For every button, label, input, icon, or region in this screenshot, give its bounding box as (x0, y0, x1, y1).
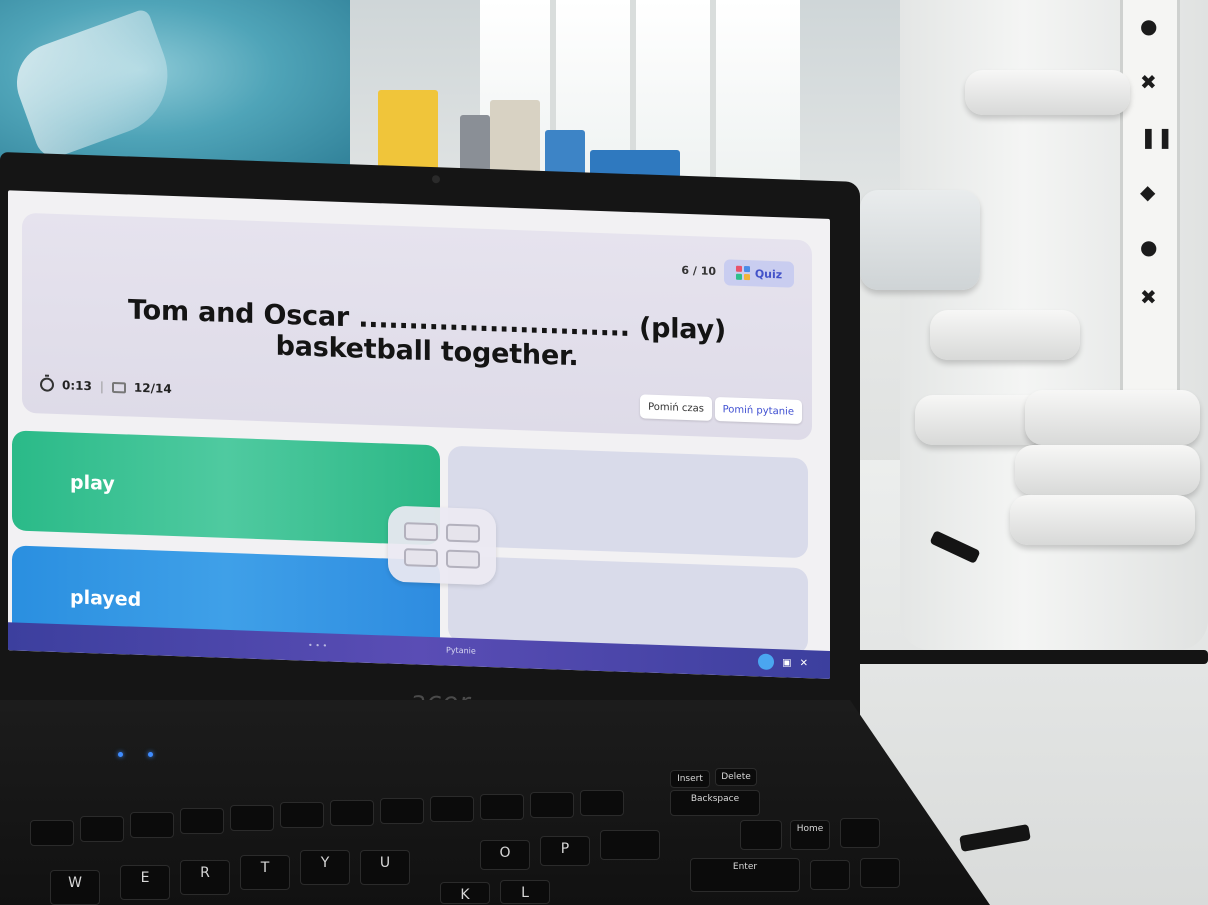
clicker-device-overlay (388, 505, 496, 586)
robot-tray (930, 310, 1080, 360)
keyboard-key[interactable] (430, 796, 474, 822)
app-circle-icon[interactable] (758, 653, 775, 671)
window-frame (710, 0, 716, 190)
key-insert[interactable]: Insert (670, 770, 710, 788)
answer-label: played (70, 586, 142, 611)
cards-count: 12/14 (133, 380, 172, 396)
laptop-screen: 6 / 10 Quiz Tom and Oscar ..............… (8, 190, 830, 679)
key-backspace[interactable]: Backspace (670, 790, 760, 816)
key-k[interactable]: K (440, 882, 490, 904)
shelf-box (545, 130, 585, 175)
timer-icon (40, 377, 54, 392)
circle-mark-icon: ● (1140, 235, 1158, 259)
robot-tray (1010, 495, 1195, 545)
keyboard-key[interactable] (530, 792, 574, 818)
skip-time-button[interactable]: Pomiń czas (640, 394, 712, 421)
keyboard-key[interactable] (230, 805, 274, 831)
keyboard-key[interactable] (480, 794, 524, 820)
answer-slot-empty (448, 445, 808, 559)
skip-question-button[interactable]: Pomiń pytanie (714, 396, 802, 425)
key-e[interactable]: E (120, 865, 170, 900)
shelf-box (490, 100, 540, 175)
robot-tray (965, 70, 1130, 115)
keyboard-key[interactable] (840, 818, 880, 848)
key-w[interactable]: W (50, 870, 100, 905)
keyboard-key[interactable] (80, 816, 124, 842)
keyboard-key[interactable] (130, 812, 174, 838)
key-l[interactable]: L (500, 880, 550, 904)
laptop-lid: 6 / 10 Quiz Tom and Oscar ..............… (0, 152, 860, 743)
device-button-slot (446, 523, 480, 543)
keyboard-key[interactable] (600, 830, 660, 860)
question-text: Tom and Oscar ..........................… (127, 294, 727, 373)
cable (850, 650, 1208, 664)
robot-tray (1025, 390, 1200, 445)
maximize-icon[interactable]: ▣ (782, 657, 791, 668)
stats-divider: | (99, 379, 104, 394)
shelf-box (460, 115, 490, 175)
taskbar-icons: ▣ ✕ (758, 653, 808, 671)
quiz-label: Quiz (754, 266, 783, 281)
taskbar-window-title[interactable]: Pytanie (446, 646, 476, 656)
device-button-slot (404, 548, 438, 568)
key-y[interactable]: Y (300, 850, 350, 885)
key-enter[interactable]: Enter (690, 858, 800, 892)
key-o[interactable]: O (480, 840, 530, 870)
close-icon[interactable]: ✕ (800, 657, 808, 668)
keyboard-deck: Backspace Enter W E R T Y U O P K L Home… (0, 700, 990, 905)
quiz-tag: Quiz (724, 259, 794, 288)
key-u[interactable]: U (360, 850, 410, 885)
keyboard-key[interactable] (180, 808, 224, 834)
keyboard-key[interactable] (280, 802, 324, 828)
question-progress: 6 / 10 (681, 263, 716, 279)
diamond-mark-icon: ◆ (1140, 180, 1156, 204)
yellow-drawers (378, 90, 438, 175)
device-button-slot (446, 549, 480, 569)
answer-option-play[interactable]: play (12, 430, 440, 546)
keyboard-key[interactable] (30, 820, 74, 846)
quiz-stats: 0:13 | 12/14 (40, 377, 172, 396)
key-home[interactable]: Home (790, 820, 830, 850)
keyboard-key[interactable] (810, 860, 850, 890)
question-card: 6 / 10 Quiz Tom and Oscar ..............… (22, 212, 812, 441)
keyboard-key[interactable] (740, 820, 782, 850)
cross-mark-icon: ✖ (1140, 285, 1157, 309)
taskbar-dots: • • • (308, 640, 328, 651)
keyboard-key[interactable] (580, 790, 624, 816)
robot-box (860, 190, 980, 290)
key-t[interactable]: T (240, 855, 290, 890)
answer-label: play (70, 471, 115, 496)
key-p[interactable]: P (540, 836, 590, 866)
device-button-slot (404, 522, 438, 542)
webcam (432, 175, 440, 184)
grid-icon (735, 265, 750, 281)
status-led (148, 752, 153, 757)
shelf-items (350, 60, 690, 180)
keyboard-key[interactable] (860, 858, 900, 888)
keyboard-key[interactable] (330, 800, 374, 826)
robot-tray (1015, 445, 1200, 495)
cards-icon (111, 381, 126, 393)
keyboard-key[interactable] (380, 798, 424, 824)
circle-mark-icon: ● (1140, 14, 1158, 38)
status-led (118, 752, 123, 757)
pause-mark-icon: ❚❚ (1140, 125, 1174, 149)
cross-mark-icon: ✖ (1140, 70, 1157, 94)
wall-artwork (0, 0, 350, 175)
timer-value: 0:13 (62, 378, 92, 394)
key-delete[interactable]: Delete (715, 768, 757, 786)
key-r[interactable]: R (180, 860, 230, 895)
